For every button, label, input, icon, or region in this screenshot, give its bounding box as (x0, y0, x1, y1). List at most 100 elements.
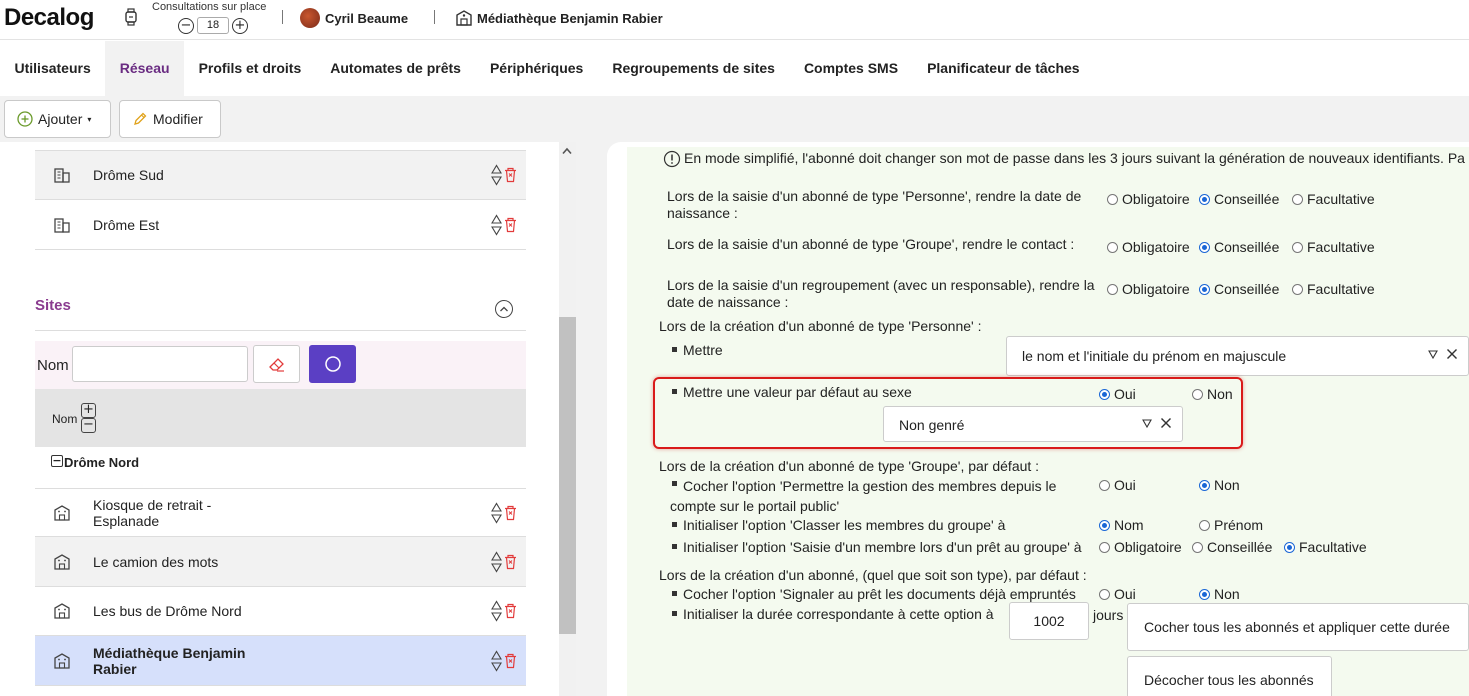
tab-peripheriques[interactable]: Périphériques (475, 41, 597, 96)
member-loan-obligatoire[interactable]: Obligatoire (1099, 539, 1182, 555)
trash-icon[interactable] (503, 653, 518, 669)
plus-circle-icon (17, 111, 33, 127)
list-item[interactable]: Drôme Est (35, 200, 526, 250)
consultations-stepper: − 18 + (178, 17, 248, 34)
uncheck-all-button[interactable]: Décocher tous les abonnés (1127, 656, 1332, 696)
name-format-select[interactable]: le nom et l'initiale du prénom en majusc… (1006, 336, 1469, 376)
modify-button[interactable]: Modifier (119, 100, 221, 138)
tab-profils-et-droits[interactable]: Profils et droits (184, 41, 316, 96)
tab-utilisateurs[interactable]: Utilisateurs (0, 41, 105, 96)
move-down-icon[interactable] (491, 661, 502, 672)
sex-value-select[interactable]: Non genré (883, 406, 1183, 442)
move-down-icon[interactable] (491, 562, 502, 573)
scroll-thumb[interactable] (559, 317, 576, 634)
birthdate-person-obligatoire[interactable]: Obligatoire (1107, 191, 1190, 207)
sort-members-nom[interactable]: Nom (1099, 517, 1144, 533)
trash-icon[interactable] (503, 603, 518, 619)
collapse-sites-button[interactable] (495, 300, 513, 318)
tab-automates-de-prets[interactable]: Automates de prêts (316, 41, 476, 96)
move-up-icon[interactable] (491, 600, 502, 611)
signal-loan-oui[interactable]: Oui (1099, 586, 1136, 602)
consultations-label: Consultations sur place (152, 1, 267, 13)
tab-reseau[interactable]: Réseau (105, 41, 185, 96)
site-filter: Nom (35, 341, 526, 389)
contact-group-obligatoire[interactable]: Obligatoire (1107, 239, 1190, 255)
sex-default-non[interactable]: Non (1192, 386, 1233, 402)
group-header[interactable]: − Drôme Nord (51, 455, 139, 470)
duration-input[interactable]: 1002 (1009, 602, 1089, 640)
member-loan-facultative[interactable]: Facultative (1284, 539, 1367, 555)
trash-icon[interactable] (503, 505, 518, 521)
birthdate-group-obligatoire[interactable]: Obligatoire (1107, 281, 1190, 297)
sort-controls: + − (81, 403, 96, 433)
birthdate-group-facultative[interactable]: Facultative (1292, 281, 1375, 297)
move-down-icon[interactable] (491, 513, 502, 524)
consultations-value[interactable]: 18 (197, 17, 229, 34)
birthdate-person-conseillee[interactable]: Conseillée (1199, 191, 1279, 207)
move-down-icon[interactable] (491, 175, 502, 186)
list-item[interactable]: Kiosque de retrait - Esplanade (35, 488, 526, 537)
move-down-icon[interactable] (491, 225, 502, 236)
group-name: Drôme Nord (64, 455, 140, 470)
library-selector[interactable]: Médiathèque Benjamin Rabier (455, 9, 663, 27)
clear-icon[interactable] (1446, 348, 1458, 360)
tab-regroupements-de-sites[interactable]: Regroupements de sites (598, 41, 790, 96)
filter-name-label: Nom (37, 357, 69, 374)
trash-icon[interactable] (503, 167, 518, 183)
modify-button-label: Modifier (153, 111, 203, 127)
eraser-icon (268, 358, 284, 372)
sex-default-oui[interactable]: Oui (1099, 386, 1136, 402)
sort-descending-button[interactable]: − (81, 418, 96, 433)
search-icon (324, 356, 341, 372)
manage-members-non[interactable]: Non (1199, 477, 1240, 493)
member-loan-conseillee[interactable]: Conseillée (1192, 539, 1272, 555)
trash-icon[interactable] (503, 217, 518, 233)
list-item[interactable]: Drôme Sud (35, 150, 526, 200)
user-menu[interactable]: Cyril Beaume (300, 8, 408, 28)
contact-group-conseillee[interactable]: Conseillée (1199, 239, 1279, 255)
list-item-label: Drôme Sud (93, 167, 164, 183)
move-down-icon[interactable] (491, 611, 502, 622)
dropdown-arrow-icon[interactable] (1428, 349, 1438, 359)
sort-members-prenom[interactable]: Prénom (1199, 517, 1263, 533)
collapse-group-icon[interactable]: − (51, 455, 63, 467)
move-up-icon[interactable] (491, 550, 502, 562)
manage-members-oui[interactable]: Oui (1099, 477, 1136, 493)
list-item-label: Kiosque de retrait - Esplanade (93, 496, 212, 529)
list-item-selected[interactable]: Médiathèque Benjamin Rabier (35, 636, 526, 686)
divider (282, 10, 283, 24)
clear-icon[interactable] (1160, 417, 1172, 429)
name-filter-input[interactable] (72, 346, 248, 382)
sort-ascending-button[interactable]: + (81, 403, 96, 418)
caret-down-icon: ▾ (87, 114, 92, 124)
add-button-label: Ajouter (38, 111, 83, 127)
decrement-button[interactable]: − (178, 17, 194, 34)
signal-loan-non[interactable]: Non (1199, 586, 1240, 602)
dropdown-arrow-icon[interactable] (1142, 418, 1152, 428)
move-up-icon[interactable] (491, 164, 502, 175)
move-up-icon[interactable] (491, 649, 502, 661)
decalog-logo[interactable]: Decalog (4, 4, 94, 32)
list-item[interactable]: Les bus de Drôme Nord (35, 587, 526, 636)
list-item[interactable]: Le camion des mots (35, 537, 526, 587)
bullet (672, 347, 677, 352)
trash-icon[interactable] (503, 554, 518, 570)
move-up-icon[interactable] (491, 213, 502, 225)
avatar (300, 8, 320, 28)
row-actions (491, 164, 518, 186)
clear-filter-button[interactable] (253, 345, 300, 383)
increment-button[interactable]: + (232, 17, 248, 34)
add-button[interactable]: Ajouter ▾ (4, 100, 111, 138)
tab-planificateur-de-taches[interactable]: Planificateur de tâches (913, 41, 1095, 96)
left-scrollbar[interactable] (559, 142, 576, 696)
site-building-icon (54, 553, 70, 570)
person-creation-label: Lors de la création d'un abonné de type … (659, 318, 982, 334)
move-up-icon[interactable] (491, 501, 502, 513)
search-button[interactable] (309, 345, 356, 383)
contact-group-facultative[interactable]: Facultative (1292, 239, 1375, 255)
tab-comptes-sms[interactable]: Comptes SMS (789, 41, 912, 96)
birthdate-group-conseillee[interactable]: Conseillée (1199, 281, 1279, 297)
birthdate-person-facultative[interactable]: Facultative (1292, 191, 1375, 207)
scroll-up-icon[interactable] (561, 144, 573, 158)
apply-all-button[interactable]: Cocher tous les abonnés et appliquer cet… (1127, 603, 1469, 651)
